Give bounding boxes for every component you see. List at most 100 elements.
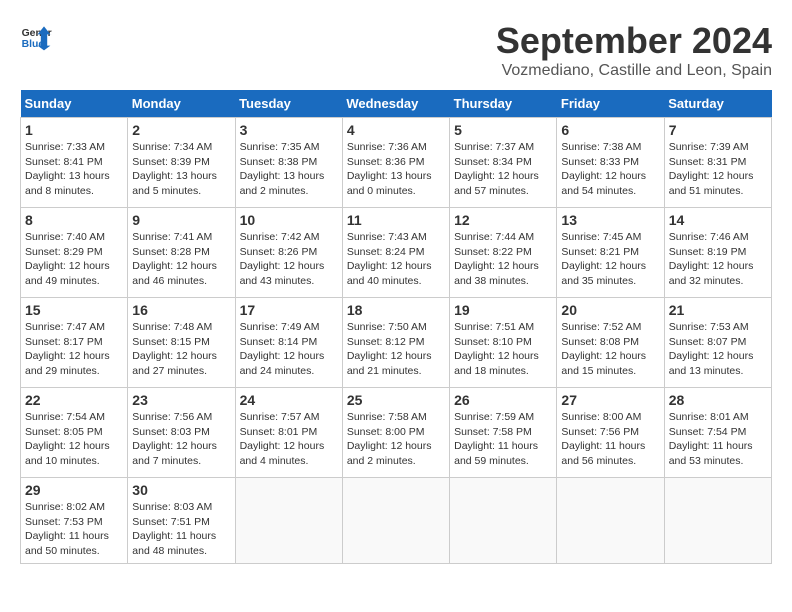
calendar-cell: [557, 478, 664, 564]
calendar-cell: [450, 478, 557, 564]
day-info: Sunrise: 8:02 AM Sunset: 7:53 PM Dayligh…: [25, 500, 123, 559]
day-info: Sunrise: 7:56 AM Sunset: 8:03 PM Dayligh…: [132, 410, 230, 469]
calendar-cell: 30Sunrise: 8:03 AM Sunset: 7:51 PM Dayli…: [128, 478, 235, 564]
calendar-cell: 3Sunrise: 7:35 AM Sunset: 8:38 PM Daylig…: [235, 118, 342, 208]
calendar-week-1: 1Sunrise: 7:33 AM Sunset: 8:41 PM Daylig…: [21, 118, 772, 208]
month-title: September 2024: [496, 20, 772, 62]
day-number: 9: [132, 212, 230, 228]
day-number: 21: [669, 302, 767, 318]
calendar-cell: 14 Sunrise: 7:46 AM Sunset: 8:19 PM Dayli…: [664, 208, 771, 298]
day-info: Sunrise: 7:35 AM Sunset: 8:38 PM Dayligh…: [240, 140, 338, 199]
day-number: 18: [347, 302, 445, 318]
calendar-cell: 15 Sunrise: 7:47 AM Sunset: 8:17 PM Dayli…: [21, 298, 128, 388]
calendar-cell: 17 Sunrise: 7:49 AM Sunset: 8:14 PM Dayli…: [235, 298, 342, 388]
calendar-cell: 18 Sunrise: 7:50 AM Sunset: 8:12 PM Dayli…: [342, 298, 449, 388]
calendar-cell: 24 Sunrise: 7:57 AM Sunset: 8:01 PM Dayli…: [235, 388, 342, 478]
calendar-cell: 19Sunrise: 7:51 AM Sunset: 8:10 PM Dayli…: [450, 298, 557, 388]
logo-icon: General Blue: [20, 20, 52, 52]
page-header: General Blue September 2024 Vozmediano, …: [20, 20, 772, 80]
day-number: 16: [132, 302, 230, 318]
header-saturday: Saturday: [664, 90, 771, 118]
day-info: Sunrise: 7:37 AM Sunset: 8:34 PM Dayligh…: [454, 140, 552, 199]
day-number: 5: [454, 122, 552, 138]
day-info: Sunrise: 7:58 AM Sunset: 8:00 PM Dayligh…: [347, 410, 445, 469]
header-monday: Monday: [128, 90, 235, 118]
calendar-cell: 27 Sunrise: 8:00 AM Sunset: 7:56 PM Dayli…: [557, 388, 664, 478]
day-info: Sunrise: 7:42 AM Sunset: 8:26 PM Dayligh…: [240, 230, 338, 289]
day-number: 8: [25, 212, 123, 228]
day-info: Sunrise: 7:34 AM Sunset: 8:39 PM Dayligh…: [132, 140, 230, 199]
calendar-week-4: 22 Sunrise: 7:54 AM Sunset: 8:05 PM Dayli…: [21, 388, 772, 478]
day-info: Sunrise: 7:50 AM Sunset: 8:12 PM Dayligh…: [347, 320, 445, 379]
day-number: 20: [561, 302, 659, 318]
header-friday: Friday: [557, 90, 664, 118]
calendar-cell: 7 Sunrise: 7:39 AM Sunset: 8:31 PM Daylig…: [664, 118, 771, 208]
day-info: Sunrise: 7:49 AM Sunset: 8:14 PM Dayligh…: [240, 320, 338, 379]
day-info: Sunrise: 7:41 AM Sunset: 8:28 PM Dayligh…: [132, 230, 230, 289]
day-info: Sunrise: 7:54 AM Sunset: 8:05 PM Dayligh…: [25, 410, 123, 469]
calendar-cell: 1Sunrise: 7:33 AM Sunset: 8:41 PM Daylig…: [21, 118, 128, 208]
day-number: 7: [669, 122, 767, 138]
calendar-cell: 6Sunrise: 7:38 AM Sunset: 8:33 PM Daylig…: [557, 118, 664, 208]
calendar-cell: 4 Sunrise: 7:36 AM Sunset: 8:36 PM Daylig…: [342, 118, 449, 208]
header-sunday: Sunday: [21, 90, 128, 118]
calendar-cell: 10 Sunrise: 7:42 AM Sunset: 8:26 PM Dayli…: [235, 208, 342, 298]
day-number: 2: [132, 122, 230, 138]
day-info: Sunrise: 7:48 AM Sunset: 8:15 PM Dayligh…: [132, 320, 230, 379]
day-number: 11: [347, 212, 445, 228]
calendar-table: SundayMondayTuesdayWednesdayThursdayFrid…: [20, 90, 772, 564]
day-info: Sunrise: 7:52 AM Sunset: 8:08 PM Dayligh…: [561, 320, 659, 379]
day-number: 29: [25, 482, 123, 498]
day-number: 14: [669, 212, 767, 228]
day-number: 23: [132, 392, 230, 408]
day-info: Sunrise: 7:39 AM Sunset: 8:31 PM Dayligh…: [669, 140, 767, 199]
calendar-cell: 28Sunrise: 8:01 AM Sunset: 7:54 PM Dayli…: [664, 388, 771, 478]
day-number: 24: [240, 392, 338, 408]
calendar-cell: 29 Sunrise: 8:02 AM Sunset: 7:53 PM Dayli…: [21, 478, 128, 564]
header-thursday: Thursday: [450, 90, 557, 118]
calendar-cell: [235, 478, 342, 564]
day-number: 19: [454, 302, 552, 318]
day-info: Sunrise: 8:00 AM Sunset: 7:56 PM Dayligh…: [561, 410, 659, 469]
calendar-cell: 22 Sunrise: 7:54 AM Sunset: 8:05 PM Dayli…: [21, 388, 128, 478]
day-info: Sunrise: 7:53 AM Sunset: 8:07 PM Dayligh…: [669, 320, 767, 379]
day-number: 22: [25, 392, 123, 408]
calendar-cell: 9 Sunrise: 7:41 AM Sunset: 8:28 PM Daylig…: [128, 208, 235, 298]
day-number: 15: [25, 302, 123, 318]
calendar-cell: 25 Sunrise: 7:58 AM Sunset: 8:00 PM Dayli…: [342, 388, 449, 478]
day-info: Sunrise: 7:43 AM Sunset: 8:24 PM Dayligh…: [347, 230, 445, 289]
calendar-cell: 23 Sunrise: 7:56 AM Sunset: 8:03 PM Dayli…: [128, 388, 235, 478]
calendar-cell: [664, 478, 771, 564]
day-info: Sunrise: 7:36 AM Sunset: 8:36 PM Dayligh…: [347, 140, 445, 199]
calendar-week-5: 29 Sunrise: 8:02 AM Sunset: 7:53 PM Dayli…: [21, 478, 772, 564]
day-number: 12: [454, 212, 552, 228]
calendar-cell: 11 Sunrise: 7:43 AM Sunset: 8:24 PM Dayli…: [342, 208, 449, 298]
calendar-cell: 16 Sunrise: 7:48 AM Sunset: 8:15 PM Dayli…: [128, 298, 235, 388]
calendar-header-row: SundayMondayTuesdayWednesdayThursdayFrid…: [21, 90, 772, 118]
calendar-cell: 8 Sunrise: 7:40 AM Sunset: 8:29 PM Daylig…: [21, 208, 128, 298]
day-number: 17: [240, 302, 338, 318]
calendar-cell: 13Sunrise: 7:45 AM Sunset: 8:21 PM Dayli…: [557, 208, 664, 298]
day-info: Sunrise: 8:01 AM Sunset: 7:54 PM Dayligh…: [669, 410, 767, 469]
location: Vozmediano, Castille and Leon, Spain: [496, 62, 772, 80]
header-wednesday: Wednesday: [342, 90, 449, 118]
day-number: 26: [454, 392, 552, 408]
day-number: 4: [347, 122, 445, 138]
header-tuesday: Tuesday: [235, 90, 342, 118]
day-info: Sunrise: 7:46 AM Sunset: 8:19 PM Dayligh…: [669, 230, 767, 289]
day-info: Sunrise: 7:40 AM Sunset: 8:29 PM Dayligh…: [25, 230, 123, 289]
day-info: Sunrise: 7:47 AM Sunset: 8:17 PM Dayligh…: [25, 320, 123, 379]
day-number: 10: [240, 212, 338, 228]
day-number: 25: [347, 392, 445, 408]
day-number: 13: [561, 212, 659, 228]
calendar-week-2: 8 Sunrise: 7:40 AM Sunset: 8:29 PM Daylig…: [21, 208, 772, 298]
day-info: Sunrise: 7:44 AM Sunset: 8:22 PM Dayligh…: [454, 230, 552, 289]
calendar-cell: 5 Sunrise: 7:37 AM Sunset: 8:34 PM Daylig…: [450, 118, 557, 208]
calendar-week-3: 15 Sunrise: 7:47 AM Sunset: 8:17 PM Dayli…: [21, 298, 772, 388]
logo: General Blue: [20, 20, 52, 52]
day-info: Sunrise: 7:57 AM Sunset: 8:01 PM Dayligh…: [240, 410, 338, 469]
calendar-cell: 26Sunrise: 7:59 AM Sunset: 7:58 PM Dayli…: [450, 388, 557, 478]
day-number: 27: [561, 392, 659, 408]
calendar-cell: 20 Sunrise: 7:52 AM Sunset: 8:08 PM Dayli…: [557, 298, 664, 388]
calendar-cell: 12 Sunrise: 7:44 AM Sunset: 8:22 PM Dayli…: [450, 208, 557, 298]
